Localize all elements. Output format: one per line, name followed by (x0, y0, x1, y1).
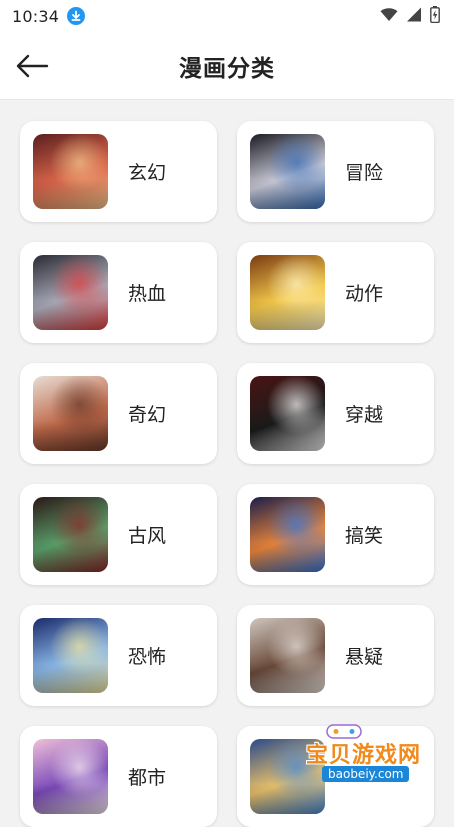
category-cover (33, 255, 108, 330)
category-card-kongbu[interactable]: 恐怖 (20, 605, 217, 706)
cover-art-shade (250, 255, 325, 330)
category-cover (250, 497, 325, 572)
cover-art-shade (250, 134, 325, 209)
back-button[interactable] (12, 50, 52, 82)
category-card-rexue[interactable]: 热血 (20, 242, 217, 343)
status-right (380, 5, 440, 27)
category-label: 都市 (128, 767, 167, 789)
cover-art-shade (33, 618, 108, 693)
category-label: 恐怖 (128, 646, 167, 668)
wifi-icon (380, 7, 398, 26)
category-cover (33, 497, 108, 572)
status-left: 10:34 (12, 6, 86, 26)
app-header: 漫画分类 (0, 32, 454, 100)
cover-art-shade (250, 376, 325, 451)
category-card-dushi[interactable]: 都市 (20, 726, 217, 827)
category-label: 悬疑 (345, 646, 384, 668)
category-card-xuanyi[interactable]: 悬疑 (237, 605, 434, 706)
cover-art-shade (33, 376, 108, 451)
category-cover (250, 376, 325, 451)
cover-art-shade (33, 255, 108, 330)
category-cover (250, 134, 325, 209)
category-cover (33, 134, 108, 209)
battery-icon (430, 5, 440, 27)
category-label: 冒险 (345, 162, 384, 184)
category-card-xuanhuan[interactable]: 玄幻 (20, 121, 217, 222)
cover-art-shade (250, 618, 325, 693)
category-cover (250, 255, 325, 330)
page-title: 漫画分类 (179, 55, 275, 82)
category-label: 玄幻 (128, 162, 167, 184)
category-cover (250, 739, 325, 814)
category-card-qihuan[interactable]: 奇幻 (20, 363, 217, 464)
signal-icon (406, 7, 422, 26)
cover-art-shade (33, 134, 108, 209)
category-card-maoxian[interactable]: 冒险 (237, 121, 434, 222)
category-card-dongzuo[interactable]: 动作 (237, 242, 434, 343)
category-label: 热血 (128, 283, 167, 305)
category-label: 搞笑 (345, 525, 384, 547)
download-icon (67, 7, 86, 25)
category-label: 奇幻 (128, 404, 167, 426)
status-bar: 10:34 (0, 0, 454, 32)
category-card-gufeng[interactable]: 古风 (20, 484, 217, 585)
cover-art-shade (33, 739, 108, 814)
category-label: 古风 (128, 525, 167, 547)
cover-art-shade (33, 497, 108, 572)
category-label: 穿越 (345, 404, 384, 426)
category-cover (33, 376, 108, 451)
category-card-chuanyue[interactable]: 穿越 (237, 363, 434, 464)
cover-art-shade (250, 497, 325, 572)
category-card-gaoxiao[interactable]: 搞笑 (237, 484, 434, 585)
category-cover (33, 739, 108, 814)
arrow-left-icon (16, 54, 49, 78)
category-cover (250, 618, 325, 693)
status-time: 10:34 (12, 6, 60, 26)
category-grid: 玄幻 冒险 热血 动作 奇幻 穿越 古风 搞笑 恐怖 悬疑 都市 (20, 121, 434, 827)
category-label: 动作 (345, 283, 384, 305)
category-cover (33, 618, 108, 693)
category-card-partial[interactable] (237, 726, 434, 827)
cover-art-shade (250, 739, 325, 814)
